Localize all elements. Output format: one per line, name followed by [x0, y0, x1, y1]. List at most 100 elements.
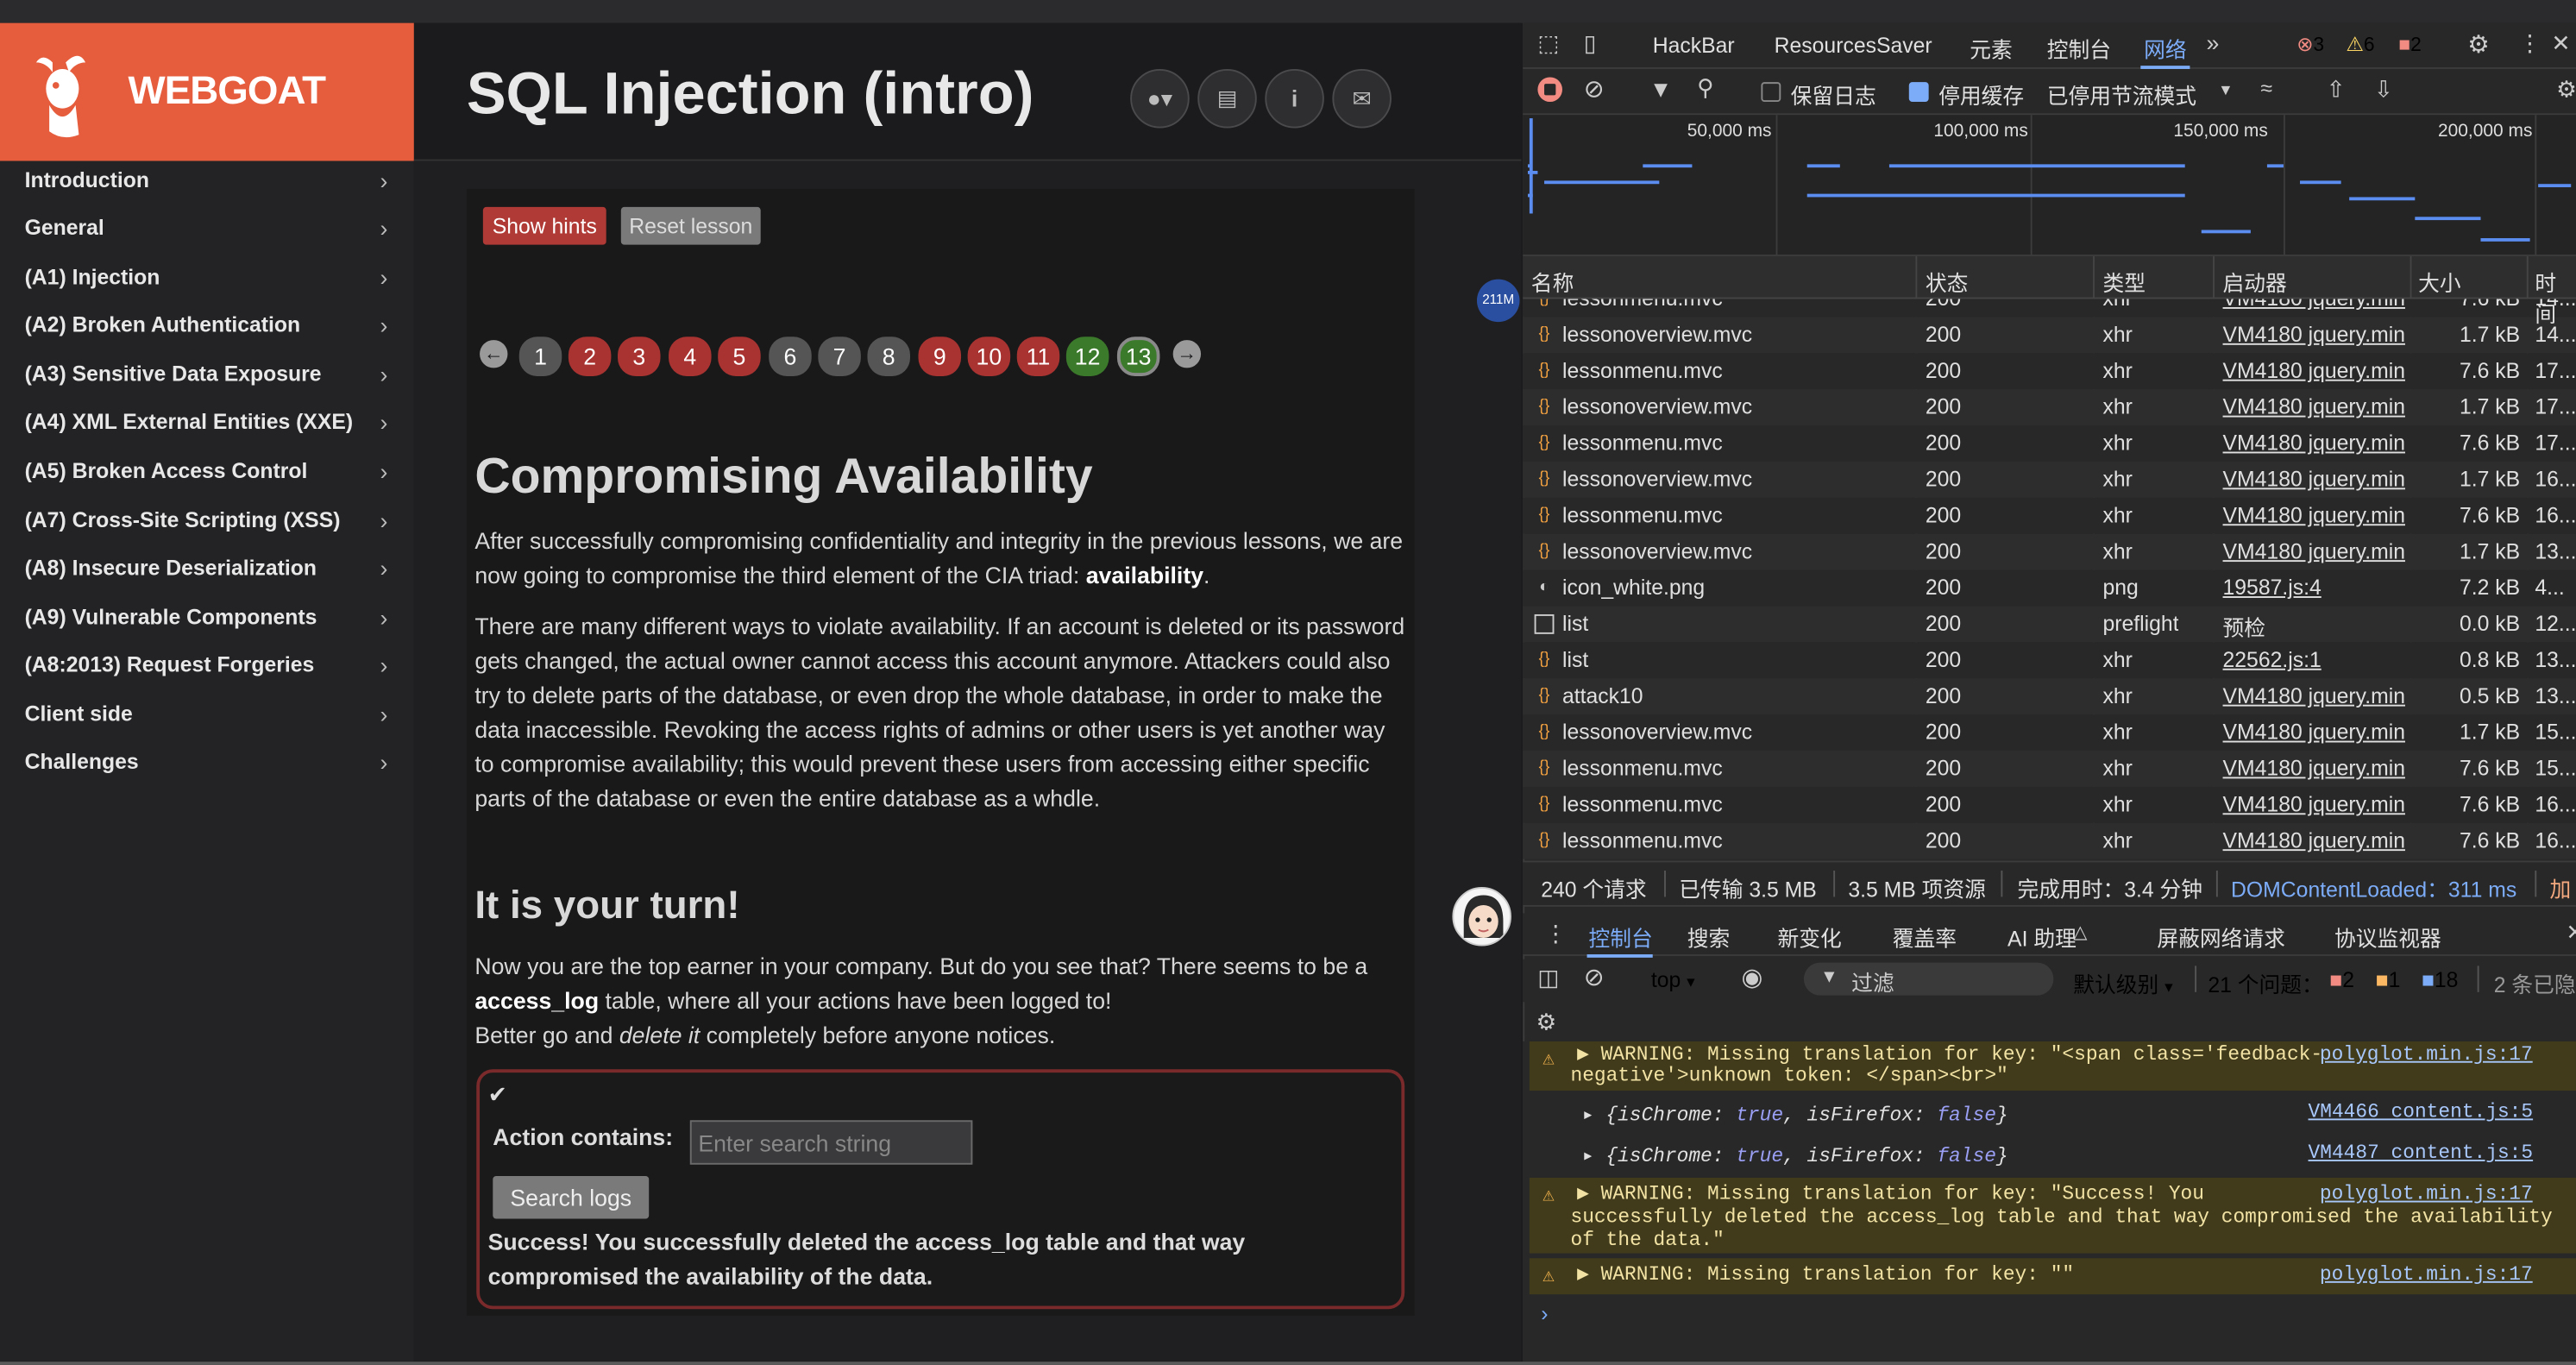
report-card-button[interactable]: ▤ — [1197, 68, 1257, 129]
search-icon[interactable]: ⚲ — [1697, 74, 1714, 102]
export-har-icon[interactable]: ⇩ — [2374, 76, 2393, 104]
page-button[interactable]: 6 — [769, 337, 812, 376]
sidebar-item[interactable]: Client side › — [0, 695, 414, 742]
devtools-tab[interactable]: 控制台 — [2047, 33, 2111, 64]
page-button[interactable]: 13 — [1116, 337, 1160, 376]
about-button[interactable]: i — [1265, 68, 1324, 129]
sidebar-item[interactable]: (A8) Insecure Deserialization › — [0, 549, 414, 596]
warning-count[interactable]: ⚠6 — [2346, 33, 2374, 56]
row-initiator[interactable]: 22562.js:1 — [2223, 647, 2407, 672]
sidebar-item[interactable]: Challenges › — [0, 742, 414, 789]
row-initiator[interactable]: VM4180 jquery.min — [2223, 756, 2407, 781]
page-button[interactable]: 1 — [518, 337, 562, 376]
live-expression-eye-icon[interactable]: ◉ — [1742, 963, 1763, 991]
column-header[interactable]: 时间 — [2535, 266, 2576, 328]
sidebar-item[interactable]: (A3) Sensitive Data Exposure › — [0, 355, 414, 402]
sidebar-item[interactable]: (A8:2013) Request Forgeries › — [0, 645, 414, 693]
issues-count-label[interactable]: 21 个问题： — [2208, 967, 2322, 998]
column-header[interactable]: 状态 — [1926, 266, 1969, 297]
row-initiator[interactable]: VM4180 jquery.min — [2223, 792, 2407, 817]
drawer-tab[interactable]: 覆盖率 — [1893, 922, 1957, 953]
drawer-tab[interactable]: 搜索 — [1687, 922, 1731, 953]
drawer-tab[interactable]: 协议监视器 — [2334, 922, 2441, 953]
sidebar-item[interactable]: (A5) Broken Access Control › — [0, 452, 414, 500]
search-logs-button[interactable]: Search logs — [493, 1176, 650, 1219]
sidebar-item[interactable]: (A4) XML External Entities (XXE) › — [0, 402, 414, 450]
next-page-arrow-icon[interactable]: → — [1172, 340, 1202, 368]
network-settings-icon[interactable]: ⚙ — [2556, 76, 2576, 104]
page-button[interactable]: 2 — [568, 337, 612, 376]
devtools-tab[interactable]: 网络 — [2144, 33, 2187, 64]
reset-lesson-button[interactable]: Reset lesson — [620, 206, 761, 245]
user-menu-button[interactable]: ●▾ — [1130, 68, 1190, 129]
drawer-tab[interactable]: 控制台 — [1588, 922, 1652, 953]
page-button[interactable]: 10 — [967, 337, 1011, 376]
sidebar-item[interactable]: (A1) Injection › — [0, 258, 414, 305]
row-initiator[interactable]: VM4180 jquery.min — [2223, 431, 2407, 456]
clear-console-icon[interactable]: ⊘ — [1584, 963, 1605, 991]
inspect-element-icon[interactable]: ⬚ — [1537, 29, 1559, 57]
network-conditions-icon[interactable]: ≈ — [2260, 76, 2272, 101]
row-initiator[interactable]: VM4180 jquery.min — [2223, 720, 2407, 745]
sidebar-toggle-icon[interactable]: ◫ — [1537, 964, 1559, 991]
console-object-2[interactable]: ▸ {isChrome: true, isFirefox: false} — [1582, 1143, 2008, 1168]
sidebar-item[interactable]: Introduction › — [0, 161, 414, 209]
warning-2-source-link[interactable]: polyglot.min.js:17 — [2320, 1183, 2533, 1206]
settings-gear-icon[interactable]: ⚙ — [2467, 29, 2490, 59]
console-warning-1[interactable]: ⚠ ▶ WARNING: Missing translation for key… — [1529, 1041, 2576, 1091]
preserve-log-checkbox[interactable] — [1761, 82, 1781, 103]
clear-icon[interactable]: ⊘ — [1584, 74, 1605, 104]
context-select[interactable]: top ▾ — [1651, 967, 1695, 992]
issue-info[interactable]: ■18 — [2422, 967, 2459, 992]
record-stop-icon[interactable] — [1537, 77, 1562, 103]
sidebar-item[interactable]: (A2) Broken Authentication › — [0, 305, 414, 353]
more-options-icon[interactable]: ⋮ — [2518, 29, 2541, 57]
issue-errors[interactable]: ■2 — [2329, 967, 2354, 992]
row-initiator[interactable]: VM4180 jquery.min — [2223, 322, 2407, 347]
column-header[interactable]: 启动器 — [2223, 266, 2287, 297]
page-button[interactable]: 7 — [818, 337, 861, 376]
row-initiator[interactable]: 预检 — [2223, 611, 2407, 642]
row-initiator[interactable]: VM4180 jquery.min — [2223, 827, 2407, 852]
console-warning-2[interactable]: ⚠ ▶ WARNING: Missing translation for key… — [1529, 1177, 2576, 1254]
page-button[interactable]: 11 — [1016, 337, 1060, 376]
devtools-tab[interactable]: 元素 — [1970, 33, 2013, 64]
close-drawer-icon[interactable]: ✕ — [2567, 920, 2576, 946]
page-button[interactable]: 12 — [1065, 337, 1109, 376]
filter-icon[interactable]: ▼ — [1649, 76, 1672, 102]
console-object-1[interactable]: ▸ {isChrome: true, isFirefox: false} — [1582, 1102, 2008, 1127]
throttle-select[interactable]: 已停用节流模式 — [2047, 79, 2196, 110]
disable-cache-checkbox[interactable] — [1908, 82, 1929, 103]
webgoat-logo[interactable]: WEBGOAT — [0, 22, 414, 161]
prev-page-arrow-icon[interactable]: ← — [480, 340, 508, 368]
console-prompt-icon[interactable]: › — [1541, 1301, 1548, 1326]
column-header[interactable]: 大小 — [2418, 266, 2461, 297]
page-button[interactable]: 3 — [618, 337, 661, 376]
page-button[interactable]: 5 — [718, 337, 761, 376]
memory-badge[interactable]: 211M — [1476, 279, 1520, 323]
more-tabs-icon[interactable]: » — [2206, 29, 2219, 55]
drawer-menu-icon[interactable]: ⋮ — [1544, 920, 1568, 947]
page-button[interactable]: 8 — [867, 337, 910, 376]
issue-count[interactable]: ■2 — [2398, 33, 2422, 56]
import-har-icon[interactable]: ⇧ — [2326, 76, 2345, 104]
chevron-down-icon[interactable]: ▾ — [2221, 79, 2231, 100]
row-initiator[interactable]: VM4180 jquery.min — [2223, 467, 2407, 492]
column-header[interactable]: 名称 — [1531, 266, 1574, 297]
row-initiator[interactable]: VM4180 jquery.min — [2223, 394, 2407, 419]
close-devtools-icon[interactable]: ✕ — [2551, 29, 2570, 57]
drawer-tab[interactable]: 新变化 — [1777, 922, 1841, 953]
console-warning-3[interactable]: ⚠ ▶ WARNING: Missing translation for key… — [1529, 1258, 2576, 1295]
console-filter-input[interactable]: ▼ 过滤 — [1803, 962, 2054, 996]
column-header[interactable]: 类型 — [2103, 266, 2146, 297]
log-level-select[interactable]: 默认级别 ▾ — [2073, 967, 2173, 998]
row-initiator[interactable]: VM4180 jquery.min — [2223, 503, 2407, 528]
sidebar-item[interactable]: (A7) Cross-Site Scripting (XSS) › — [0, 501, 414, 549]
error-count[interactable]: ⊗3 — [2296, 33, 2324, 56]
warning-1-source-link[interactable]: polyglot.min.js:17 — [2320, 1043, 2533, 1066]
devtools-tab[interactable]: ResourcesSaver — [1775, 33, 1932, 58]
row-initiator[interactable]: VM4180 jquery.min — [2223, 538, 2407, 563]
devtools-tab[interactable]: HackBar — [1653, 33, 1735, 58]
console-settings-gear-icon[interactable]: ⚙ — [1536, 1009, 1557, 1036]
search-input[interactable] — [689, 1120, 973, 1165]
